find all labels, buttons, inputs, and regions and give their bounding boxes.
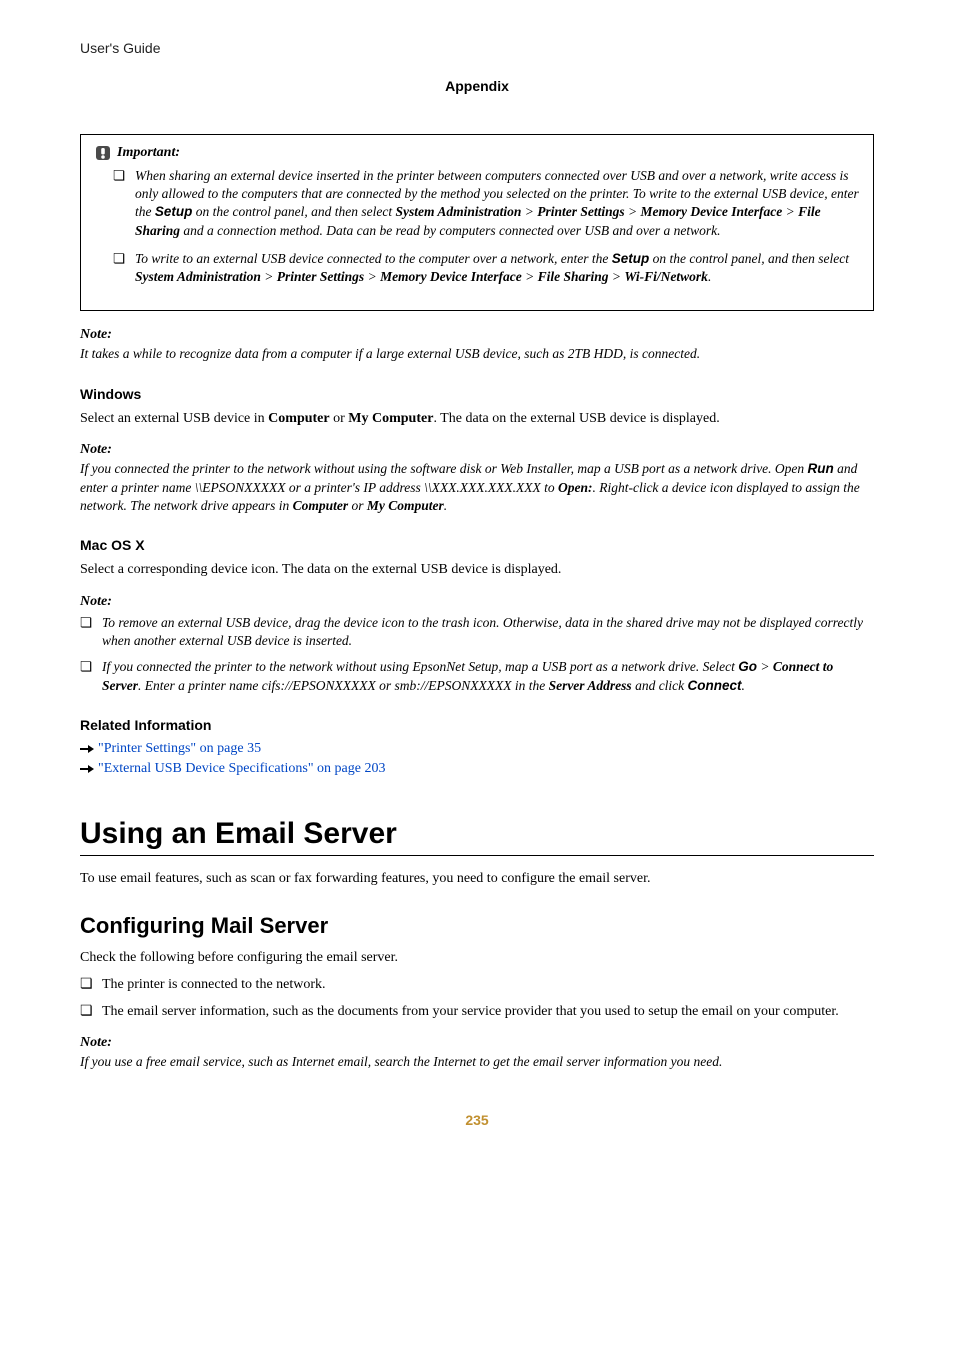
breadcrumb: User's Guide <box>80 40 874 56</box>
windows-heading: Windows <box>80 386 874 402</box>
note-label: Note: <box>80 327 874 343</box>
important-label: Important: <box>117 145 180 161</box>
related-link-text[interactable]: "External USB Device Specifications" on … <box>98 761 385 777</box>
windows-body: Select an external USB device in Compute… <box>80 410 874 429</box>
section-header: Appendix <box>80 78 874 94</box>
email-intro: To use email features, such as scan or f… <box>80 870 874 889</box>
related-heading: Related Information <box>80 717 874 733</box>
email-bullet-2: The email server information, such as th… <box>102 1003 874 1022</box>
important-icon <box>95 145 111 161</box>
mac-note-item-2: If you connected the printer to the netw… <box>102 658 874 694</box>
email-h1: Using an Email Server <box>80 817 874 856</box>
related-link-1[interactable]: "Printer Settings" on page 35 <box>80 741 874 757</box>
note-label: Note: <box>80 594 874 610</box>
important-item-2: To write to an external USB device conne… <box>135 250 859 286</box>
important-callout: Important: When sharing an external devi… <box>80 134 874 311</box>
windows-note-body: If you connected the printer to the netw… <box>80 460 874 515</box>
page-number: 235 <box>80 1112 874 1128</box>
note-label: Note: <box>80 1035 874 1051</box>
email-h2: Configuring Mail Server <box>80 913 874 939</box>
important-item-1: When sharing an external device inserted… <box>135 167 859 240</box>
arrow-right-icon <box>80 743 94 755</box>
mac-note-item-1: To remove an external USB device, drag t… <box>102 614 874 650</box>
related-link-2[interactable]: "External USB Device Specifications" on … <box>80 761 874 777</box>
arrow-right-icon <box>80 763 94 775</box>
mac-heading: Mac OS X <box>80 537 874 553</box>
note-body: It takes a while to recognize data from … <box>80 345 874 363</box>
related-link-text[interactable]: "Printer Settings" on page 35 <box>98 741 261 757</box>
mac-body: Select a corresponding device icon. The … <box>80 561 874 580</box>
email-bullet-1: The printer is connected to the network. <box>102 976 874 995</box>
email-note-body: If you use a free email service, such as… <box>80 1053 874 1071</box>
email-check: Check the following before configuring t… <box>80 949 874 968</box>
note-label: Note: <box>80 442 874 458</box>
